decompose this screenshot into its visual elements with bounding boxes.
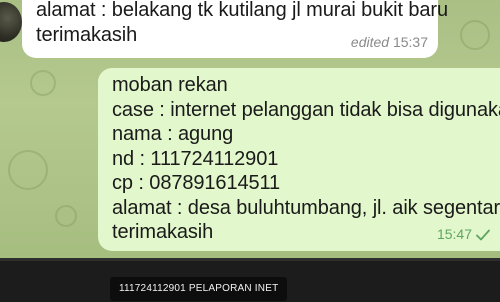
message-line: case : internet pelanggan tidak bisa dig… <box>112 98 500 121</box>
message-line: alamat : belakang tk kutilang jl murai b… <box>36 0 448 21</box>
message-line: terimakasih <box>112 221 214 243</box>
wallpaper-doodle <box>8 150 48 190</box>
wallpaper-doodle <box>30 70 56 96</box>
contact-avatar[interactable] <box>0 2 22 42</box>
message-line: nama : agung <box>112 123 234 145</box>
message-time: 15:37 <box>392 34 428 50</box>
chat-area: alamat : belakang tk kutilang jl murai b… <box>0 0 500 258</box>
message-meta: 15:47 <box>437 226 490 242</box>
message-line: nd : 111724112901 <box>112 147 279 170</box>
edited-label: edited <box>350 34 390 50</box>
caption-label: 111724112901 PELAPORAN INET <box>110 277 288 301</box>
divider <box>0 258 500 261</box>
incoming-message-bubble[interactable]: alamat : belakang tk kutilang jl murai b… <box>22 0 448 58</box>
message-time: 15:47 <box>436 226 472 242</box>
message-meta: edited 15:37 <box>351 34 428 50</box>
wallpaper-doodle <box>55 205 77 227</box>
message-line: moban rekan <box>112 74 228 96</box>
message-line: cp : 087891614511 <box>112 172 281 194</box>
wallpaper-doodle <box>460 20 490 50</box>
outgoing-message-bubble[interactable]: moban rekan case : internet pelanggan ti… <box>98 68 500 251</box>
message-line: alamat : desa buluhtumbang, jl. aik sege… <box>112 196 500 219</box>
single-check-icon <box>476 226 490 242</box>
